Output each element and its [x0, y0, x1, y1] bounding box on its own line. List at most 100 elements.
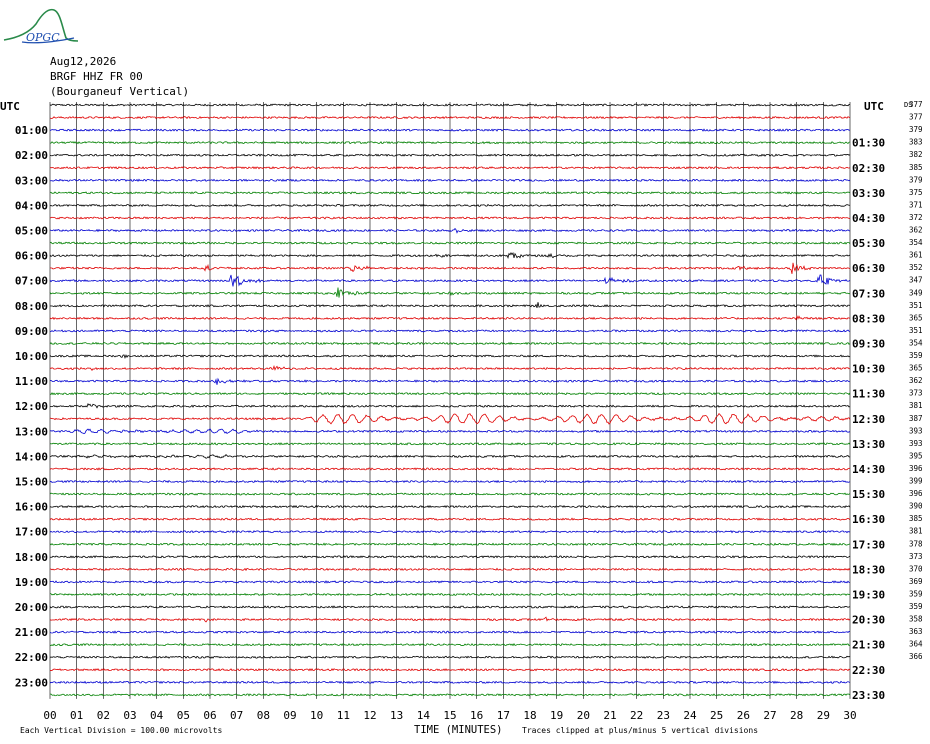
x-tick-03: 03 — [123, 709, 136, 722]
hour-label-right-10:30: 10:30 — [852, 363, 885, 376]
hour-label-left-15:00: 15:00 — [15, 476, 48, 489]
ds-value: 372 — [909, 213, 923, 222]
hour-label-left-17:00: 17:00 — [15, 526, 48, 539]
hour-label-left-14:00: 14:00 — [15, 450, 48, 463]
ds-value: 393 — [909, 426, 923, 435]
x-tick-30: 30 — [843, 709, 856, 722]
hour-label-right-20:30: 20:30 — [852, 614, 885, 627]
hour-label-right-03:30: 03:30 — [852, 187, 885, 200]
hour-label-right-23:30: 23:30 — [852, 689, 885, 702]
ds-value: 381 — [909, 401, 923, 410]
hour-label-right-02:30: 02:30 — [852, 162, 885, 175]
hour-label-left-22:00: 22:00 — [15, 651, 48, 664]
x-tick-15: 15 — [443, 709, 456, 722]
hour-label-left-08:00: 08:00 — [15, 300, 48, 313]
x-tick-19: 19 — [550, 709, 563, 722]
hour-label-right-08:30: 08:30 — [852, 312, 885, 325]
hour-label-left-04:00: 04:00 — [15, 199, 48, 212]
hour-label-right-04:30: 04:30 — [852, 212, 885, 225]
ds-value: 359 — [909, 351, 923, 360]
x-tick-20: 20 — [577, 709, 590, 722]
hour-label-right-22:30: 22:30 — [852, 664, 885, 677]
ds-value: 365 — [909, 364, 923, 373]
hour-label-right-01:30: 01:30 — [852, 137, 885, 150]
x-tick-12: 12 — [363, 709, 376, 722]
helicorder-page: OPGC Aug12,2026 BRGF HHZ FR 00 (Bourgane… — [0, 0, 930, 744]
x-tick-13: 13 — [390, 709, 403, 722]
ds-value: 362 — [909, 376, 923, 385]
x-tick-07: 07 — [230, 709, 243, 722]
x-tick-04: 04 — [150, 709, 164, 722]
hour-label-right-13:30: 13:30 — [852, 438, 885, 451]
ds-value: 371 — [909, 200, 923, 209]
hour-label-left-01:00: 01:00 — [15, 124, 48, 137]
x-tick-21: 21 — [603, 709, 616, 722]
ds-value: 354 — [909, 238, 923, 247]
hour-label-left-05:00: 05:00 — [15, 225, 48, 238]
ds-value: 373 — [909, 389, 923, 398]
ds-value: 383 — [909, 138, 923, 147]
hour-label-left-18:00: 18:00 — [15, 551, 48, 564]
utc-label-left: UTC — [0, 100, 20, 113]
hour-label-left-20:00: 20:00 — [15, 601, 48, 614]
x-tick-02: 02 — [97, 709, 110, 722]
hour-label-left-10:00: 10:00 — [15, 350, 48, 363]
ds-value: 377 — [909, 100, 923, 109]
hour-label-left-07:00: 07:00 — [15, 275, 48, 288]
hour-label-right-09:30: 09:30 — [852, 337, 885, 350]
x-tick-28: 28 — [790, 709, 803, 722]
ds-value: 351 — [909, 326, 923, 335]
ds-value: 395 — [909, 451, 923, 460]
chart-grid: 00 01 02 03 04 05 06 07 08 09 10 11 12 13 14 15 16 17 18 19… — [43, 102, 857, 722]
ds-value: 382 — [909, 150, 923, 159]
ds-value: 349 — [909, 288, 923, 297]
hour-label-right-16:30: 16:30 — [852, 513, 885, 526]
ds-value: 363 — [909, 627, 923, 636]
hour-label-left-12:00: 12:00 — [15, 400, 48, 413]
x-tick-08: 08 — [257, 709, 270, 722]
hour-label-right-18:30: 18:30 — [852, 563, 885, 576]
hour-label-left-06:00: 06:00 — [15, 250, 48, 263]
x-tick-10: 10 — [310, 709, 323, 722]
ds-value: 362 — [909, 226, 923, 235]
ds-value: 379 — [909, 125, 923, 134]
ds-value: 359 — [909, 589, 923, 598]
hour-label-right-19:30: 19:30 — [852, 588, 885, 601]
ds-value: 387 — [909, 414, 923, 423]
ds-value: 399 — [909, 477, 923, 486]
x-tick-05: 05 — [177, 709, 190, 722]
x-tick-11: 11 — [337, 709, 350, 722]
hour-label-left-03:00: 03:00 — [15, 174, 48, 187]
clip-note: Traces clipped at plus/minus 5 vertical … — [522, 726, 758, 735]
ds-value: 361 — [909, 251, 923, 260]
hour-label-right-05:30: 05:30 — [852, 237, 885, 250]
hour-label-right-06:30: 06:30 — [852, 262, 885, 275]
hour-label-left-11:00: 11:00 — [15, 375, 48, 388]
hour-label-left-16:00: 16:00 — [15, 501, 48, 514]
ds-value: 365 — [909, 313, 923, 322]
x-tick-29: 29 — [817, 709, 830, 722]
x-tick-01: 01 — [70, 709, 83, 722]
x-tick-23: 23 — [657, 709, 670, 722]
ds-value: 381 — [909, 527, 923, 536]
ds-value: 370 — [909, 564, 923, 573]
ds-value: 358 — [909, 615, 923, 624]
ds-value: 396 — [909, 489, 923, 498]
hour-label-right-21:30: 21:30 — [852, 639, 885, 652]
hour-label-left-09:00: 09:00 — [15, 325, 48, 338]
x-tick-22: 22 — [630, 709, 643, 722]
x-tick-24: 24 — [683, 709, 697, 722]
x-tick-26: 26 — [737, 709, 750, 722]
ds-value: 378 — [909, 539, 923, 548]
ds-value: 347 — [909, 276, 923, 285]
hour-label-left-21:00: 21:00 — [15, 626, 48, 639]
ds-value: 385 — [909, 163, 923, 172]
ds-value: 396 — [909, 464, 923, 473]
ds-value: 390 — [909, 502, 923, 511]
vertical-division-note: Each Vertical Division = 100.00 microvol… — [20, 726, 222, 735]
ds-value: 379 — [909, 175, 923, 184]
hour-label-right-11:30: 11:30 — [852, 388, 885, 401]
ds-value: 393 — [909, 439, 923, 448]
ds-value: 352 — [909, 263, 923, 272]
x-tick-25: 25 — [710, 709, 723, 722]
